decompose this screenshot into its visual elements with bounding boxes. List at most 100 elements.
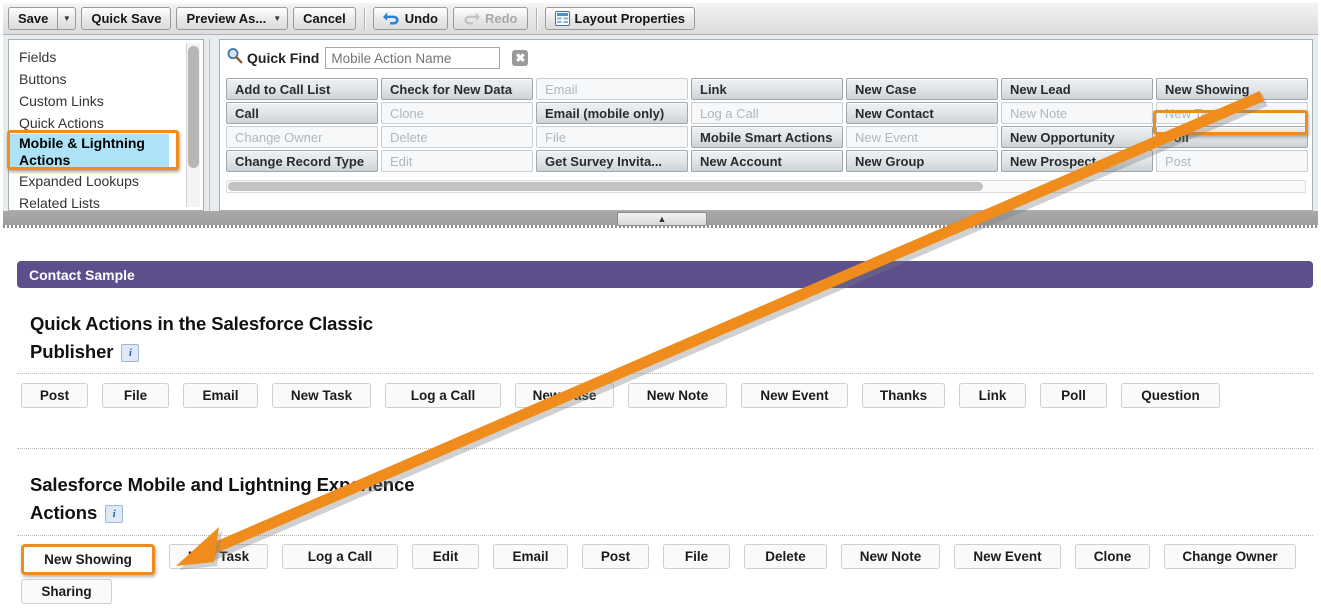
mobile-action-edit[interactable]: Edit	[412, 544, 479, 569]
section-header-contact-sample: Contact Sample	[17, 261, 1313, 288]
classic-publisher-action-row: Post File Email New Task Log a Call New Case N…	[21, 383, 1311, 416]
mobile-actions-action-row: New Showing New Task Log a Call Edit Email Po…	[21, 544, 1311, 612]
sidebar-item-related-lists[interactable]: Related Lists	[9, 192, 203, 211]
chevron-down-icon: ▼	[273, 14, 281, 23]
palette-hscrollbar-thumb[interactable]	[228, 182, 983, 191]
classic-publisher-heading: Quick Actions in the Salesforce Classic	[30, 310, 373, 338]
save-button-label[interactable]: Save	[8, 7, 57, 30]
palette-action-new-account[interactable]: New Account	[691, 150, 843, 172]
palette-action-change-record-type[interactable]: Change Record Type	[226, 150, 378, 172]
palette-action-new-showing[interactable]: New Showing	[1156, 78, 1308, 100]
redo-button: Redo	[453, 7, 528, 30]
save-dropdown-caret-icon[interactable]: ▼	[57, 7, 76, 30]
panel-collapse-handle[interactable]: ▲	[617, 212, 707, 226]
layout-grid-icon	[555, 11, 570, 26]
classic-action-question[interactable]: Question	[1121, 383, 1220, 408]
sidebar-item-custom-links[interactable]: Custom Links	[9, 90, 203, 112]
palette-action-edit: Edit	[381, 150, 533, 172]
mobile-action-file[interactable]: File	[663, 544, 730, 569]
redo-label: Redo	[485, 11, 518, 26]
editor-toolbar: Save ▼ Quick Save Preview As... ▼ Cancel…	[3, 3, 1318, 35]
quick-find-label: Quick Find	[247, 50, 319, 66]
sidebar-item-fields[interactable]: Fields	[9, 46, 203, 68]
classic-action-thanks[interactable]: Thanks	[862, 383, 945, 408]
palette-action-change-owner: Change Owner	[226, 126, 378, 148]
palette-action-grid: Add to Call ListCheck for New DataEmailL…	[226, 78, 1311, 174]
sidebar-item-expanded-lookups[interactable]: Expanded Lookups	[9, 170, 203, 192]
mobile-actions-heading-line2: Actions	[30, 502, 97, 523]
toolbar-divider-2	[536, 8, 538, 30]
mobile-action-log-a-call[interactable]: Log a Call	[282, 544, 398, 569]
palette-action-poll[interactable]: Poll	[1156, 126, 1308, 148]
palette-action-new-lead[interactable]: New Lead	[1001, 78, 1153, 100]
info-icon-mobile[interactable]: i	[105, 505, 123, 523]
palette-action-clone: Clone	[381, 102, 533, 124]
sidebar-item-buttons[interactable]: Buttons	[9, 68, 203, 90]
classic-action-new-note[interactable]: New Note	[628, 383, 727, 408]
palette-panel: Fields Buttons Custom Links Quick Action…	[3, 35, 1318, 215]
mobile-action-new-note[interactable]: New Note	[841, 544, 940, 569]
palette-action-new-prospect[interactable]: New Prospect	[1001, 150, 1153, 172]
mobile-actions-heading: Salesforce Mobile and Lightning Experien…	[30, 471, 414, 499]
mobile-actions-heading-2: Actions i	[30, 499, 123, 527]
palette-action-get-survey-invita[interactable]: Get Survey Invita...	[536, 150, 688, 172]
classic-publisher-heading-line2: Publisher	[30, 341, 113, 362]
info-icon-classic[interactable]: i	[121, 344, 139, 362]
mobile-action-post[interactable]: Post	[582, 544, 649, 569]
classic-publisher-heading-line1: Quick Actions in the Salesforce Classic	[30, 313, 373, 334]
palette-action-new-group[interactable]: New Group	[846, 150, 998, 172]
palette-action-delete: Delete	[381, 126, 533, 148]
mobile-action-clone[interactable]: Clone	[1075, 544, 1150, 569]
quick-find-input[interactable]	[325, 47, 500, 69]
quick-save-button[interactable]: Quick Save	[81, 7, 171, 30]
palette-category-list[interactable]: Fields Buttons Custom Links Quick Action…	[8, 39, 204, 211]
classic-action-new-case[interactable]: New Case	[515, 383, 614, 408]
mobile-action-delete[interactable]: Delete	[744, 544, 827, 569]
sidebar-item-mobile-lightning-actions[interactable]: Mobile & Lightning Actions	[9, 134, 169, 170]
layout-properties-label: Layout Properties	[575, 11, 686, 26]
palette-action-new-case[interactable]: New Case	[846, 78, 998, 100]
classic-action-file[interactable]: File	[102, 383, 169, 408]
classic-action-poll[interactable]: Poll	[1040, 383, 1107, 408]
redo-arrow-icon	[463, 11, 480, 26]
classic-action-log-a-call[interactable]: Log a Call	[385, 383, 501, 408]
layout-properties-button[interactable]: Layout Properties	[545, 7, 696, 30]
palette-action-link[interactable]: Link	[691, 78, 843, 100]
classic-action-new-task[interactable]: New Task	[272, 383, 371, 408]
palette-action-add-to-call-list[interactable]: Add to Call List	[226, 78, 378, 100]
palette-action-check-for-new-data[interactable]: Check for New Data	[381, 78, 533, 100]
palette-action-mobile-smart-actions[interactable]: Mobile Smart Actions	[691, 126, 843, 148]
classic-action-new-event[interactable]: New Event	[741, 383, 848, 408]
mobile-action-change-owner[interactable]: Change Owner	[1164, 544, 1296, 569]
quick-find-bar: Quick Find ✖	[226, 46, 528, 70]
mobile-action-email[interactable]: Email	[493, 544, 568, 569]
page-root: Save ▼ Quick Save Preview As... ▼ Cancel…	[0, 0, 1321, 616]
palette-action-new-contact[interactable]: New Contact	[846, 102, 998, 124]
undo-button[interactable]: Undo	[373, 7, 448, 30]
classic-action-email[interactable]: Email	[183, 383, 258, 408]
palette-action-email: Email	[536, 78, 688, 100]
classic-publisher-heading-2: Publisher i	[30, 338, 139, 366]
mobile-action-new-task[interactable]: New Task	[169, 544, 268, 569]
mobile-actions-heading-line1: Salesforce Mobile and Lightning Experien…	[30, 474, 414, 495]
cancel-button[interactable]: Cancel	[293, 7, 356, 30]
magnifier-icon	[226, 47, 243, 69]
palette-action-call[interactable]: Call	[226, 102, 378, 124]
undo-arrow-icon	[383, 11, 400, 26]
classic-action-post[interactable]: Post	[21, 383, 88, 408]
mobile-actions-palette: Quick Find ✖ Add to Call ListCheck for N…	[219, 39, 1313, 211]
classic-section-divider-bottom	[17, 448, 1313, 449]
mobile-action-new-showing[interactable]: New Showing	[21, 544, 155, 575]
mobile-action-sharing[interactable]: Sharing	[21, 579, 112, 604]
palette-action-file: File	[536, 126, 688, 148]
save-split-button[interactable]: Save ▼	[8, 7, 76, 30]
palette-action-new-opportunity[interactable]: New Opportunity	[1001, 126, 1153, 148]
classic-action-link[interactable]: Link	[959, 383, 1026, 408]
sidebar-scrollbar-thumb[interactable]	[188, 46, 199, 168]
mobile-action-new-event[interactable]: New Event	[954, 544, 1061, 569]
sidebar-item-quick-actions[interactable]: Quick Actions	[9, 112, 203, 134]
preview-as-button[interactable]: Preview As... ▼	[176, 7, 288, 30]
palette-action-email-mobile-only[interactable]: Email (mobile only)	[536, 102, 688, 124]
palette-divider	[209, 39, 210, 211]
close-icon[interactable]: ✖	[512, 50, 528, 66]
